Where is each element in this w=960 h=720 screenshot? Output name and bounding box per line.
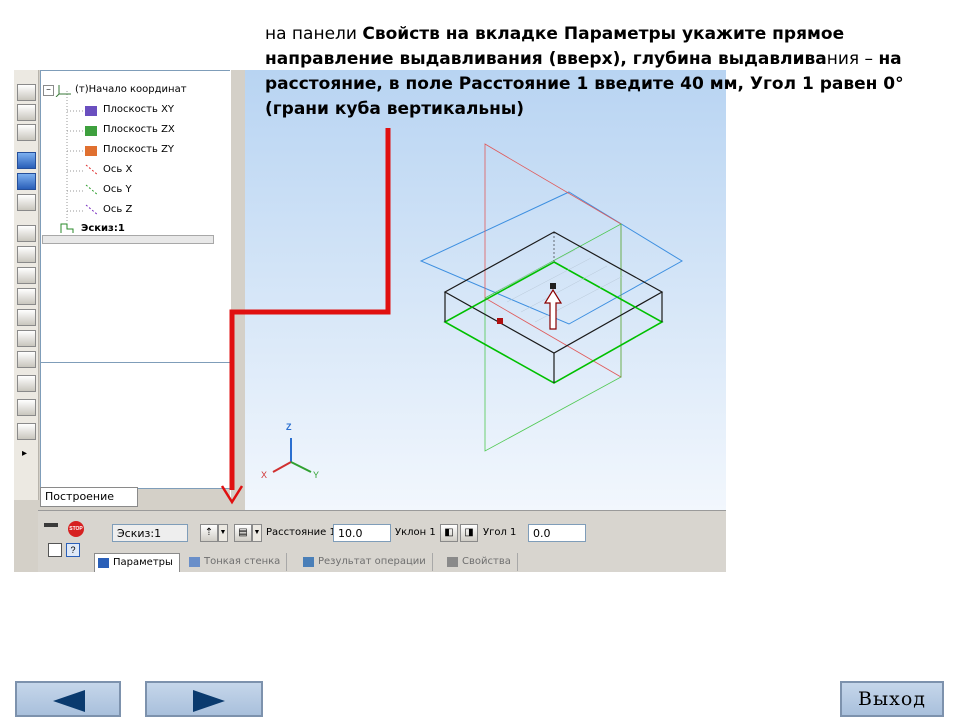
distance-label: Расстояние 1 [266, 527, 336, 538]
next-arrow-icon [193, 690, 225, 712]
expand-marker-icon: ▸ [22, 448, 28, 459]
direction-dropdown-icon[interactable]: ▼ [218, 524, 228, 542]
tab-operation-result[interactable]: Результат операции [300, 553, 433, 571]
pin-icon[interactable] [44, 523, 58, 527]
toolbar-button[interactable] [17, 84, 36, 101]
slope-toggle-icon[interactable]: ◧ [440, 524, 458, 542]
tab-properties[interactable]: Свойства [444, 553, 518, 571]
tree-horizontal-scrollbar[interactable] [42, 235, 214, 244]
cad-app-screenshot: ▸ − (т)Начало координат Плоскость XY Пло… [14, 70, 726, 572]
properties-toggle-icon[interactable] [48, 543, 62, 557]
tree-item-axis-y[interactable]: Ось Y [103, 184, 132, 195]
tree-item-sketch[interactable]: Эскиз:1 [81, 223, 125, 234]
tree-item-plane-zy[interactable]: Плоскость ZY [103, 144, 174, 155]
lower-empty-panel [40, 362, 232, 489]
instruction-part-3: ния – [826, 49, 879, 69]
toolbar-button[interactable] [17, 309, 36, 326]
tree-item-axis-z[interactable]: Ось Z [103, 204, 132, 215]
slope-label: Уклон 1 [395, 527, 436, 538]
left-toolbar: ▸ [14, 70, 39, 500]
next-button[interactable] [145, 681, 263, 717]
toolbar-button[interactable] [17, 288, 36, 305]
tab-thin-wall-label: Тонкая стенка [204, 556, 281, 567]
thin-wall-tab-icon [189, 557, 200, 567]
toolbar-button[interactable] [17, 351, 36, 368]
axis-y-label: Y [313, 470, 320, 480]
plane-zy [484, 143, 622, 378]
axis-x-icon [85, 164, 99, 176]
plane-xy-icon [85, 106, 97, 116]
result-tab-icon [303, 557, 314, 567]
sketch-field[interactable]: Эскиз:1 [112, 524, 188, 542]
toolbar-button[interactable] [17, 246, 36, 263]
properties-panel: STOP ? Эскиз:1 ⇡ ▼ ▤ ▼ Расстояние 1 10.0… [38, 510, 726, 572]
tree-item-plane-zx[interactable]: Плоскость ZX [103, 124, 175, 135]
previous-button[interactable] [15, 681, 121, 717]
exit-button[interactable]: Выход [840, 681, 944, 717]
sketch-icon [60, 223, 74, 233]
previous-arrow-icon [53, 690, 85, 712]
plane-zx-icon [85, 126, 97, 136]
toolbar-button[interactable] [17, 104, 36, 121]
plane-zy-icon [85, 146, 97, 156]
collapse-toggle-icon[interactable]: − [43, 85, 54, 96]
tab-parameters[interactable]: Параметры [94, 553, 180, 572]
axis-y-icon [85, 184, 99, 196]
distance-input[interactable]: 10.0 [333, 524, 391, 542]
toolbar-button[interactable] [17, 423, 36, 440]
extrude-mode-icon[interactable]: ▤ [234, 524, 252, 542]
tab-parameters-label: Параметры [113, 557, 173, 568]
tab-construction[interactable]: Построение [40, 487, 138, 507]
mode-dropdown-icon[interactable]: ▼ [252, 524, 262, 542]
tab-operation-result-label: Результат операции [318, 556, 426, 567]
axis-z-label: Z [286, 422, 292, 432]
coordinate-axes-icon [272, 438, 312, 473]
angle-label: Угол 1 [483, 527, 517, 538]
toolbar-button[interactable] [17, 173, 36, 190]
toolbar-button[interactable] [17, 124, 36, 141]
instruction-part-1: на панели [265, 24, 363, 44]
panel-splitter[interactable] [230, 70, 245, 500]
hatch-area [494, 249, 624, 323]
tab-properties-label: Свойства [462, 556, 511, 567]
axis-z-icon [85, 204, 99, 216]
toolbar-button[interactable] [17, 375, 36, 392]
tree-item-plane-xy[interactable]: Плоскость XY [103, 104, 174, 115]
toolbar-button[interactable] [17, 194, 36, 211]
direction-icon[interactable]: ⇡ [200, 524, 218, 542]
tab-thin-wall[interactable]: Тонкая стенка [186, 553, 288, 571]
toolbar-button[interactable] [17, 225, 36, 242]
3d-model-drawing [272, 143, 683, 473]
origin-icon [55, 85, 71, 97]
tree-item-axis-x[interactable]: Ось X [103, 164, 132, 175]
toolbar-button[interactable] [17, 399, 36, 416]
angle-input[interactable]: 0.0 [528, 524, 586, 542]
properties-tab-icon [447, 557, 458, 567]
extrude-direction-arrow [497, 283, 563, 330]
slope-direction-icon[interactable]: ◨ [460, 524, 478, 542]
instruction-text: на панели Свойств на вкладке Параметры у… [265, 22, 955, 122]
help-icon[interactable]: ? [66, 543, 80, 557]
3d-viewport[interactable]: Z X Y [245, 70, 726, 510]
extrude-tool-button[interactable] [17, 152, 36, 169]
stop-button[interactable]: STOP [68, 521, 84, 537]
tree-origin-label[interactable]: (т)Начало координат [75, 84, 187, 95]
toolbar-button[interactable] [17, 330, 36, 347]
axis-x-label: X [261, 470, 268, 480]
parameters-tab-icon [98, 558, 109, 568]
toolbar-button[interactable] [17, 267, 36, 284]
